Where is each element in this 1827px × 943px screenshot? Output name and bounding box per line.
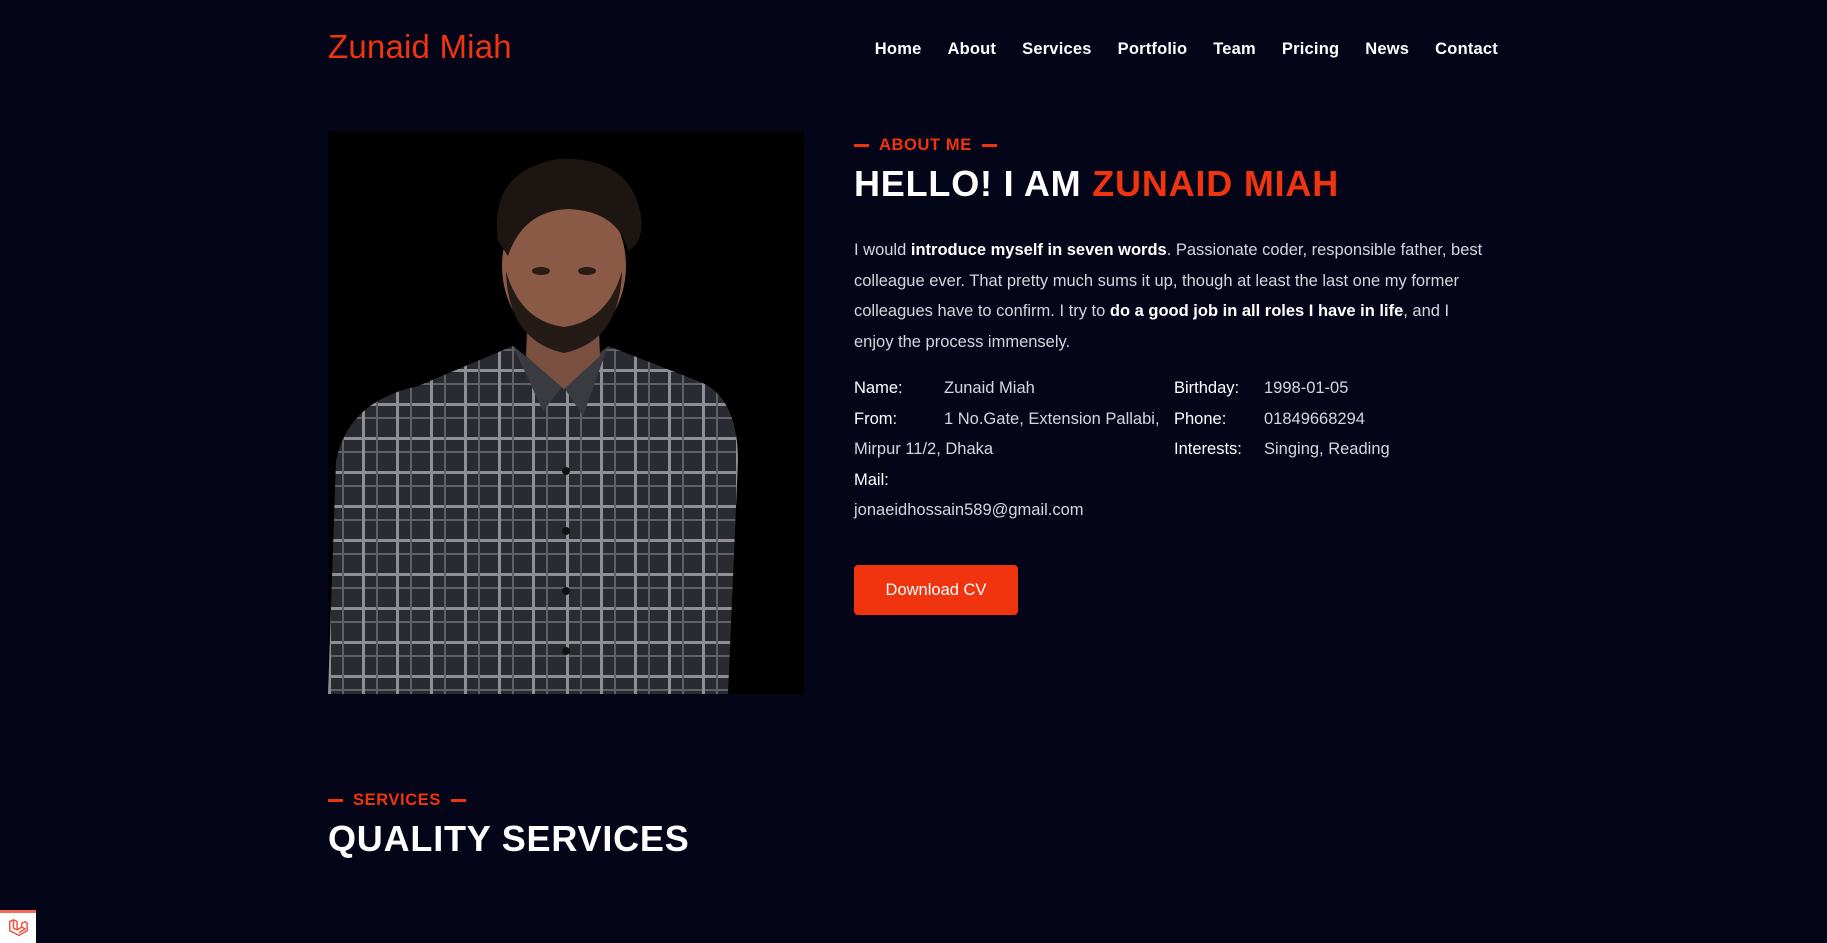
eyebrow-dash-right bbox=[981, 144, 997, 147]
bio-bold-2: do a good job in all roles I have in lif… bbox=[1109, 302, 1404, 320]
download-cv-button[interactable]: Download CV bbox=[854, 565, 1018, 615]
about-bio: I would introduce myself in seven words.… bbox=[854, 235, 1484, 357]
nav-home[interactable]: Home bbox=[875, 40, 922, 59]
about-headline: HELLO! I AM ZUNAID MIAH bbox=[854, 163, 1494, 205]
info-name: Name: Zunaid Miah bbox=[854, 373, 1174, 404]
from-label: From: bbox=[854, 409, 898, 428]
info-from: From: 1 No.Gate, Extension Pallabi, bbox=[854, 404, 1174, 435]
eyebrow-dash-left bbox=[328, 799, 343, 802]
services-eyebrow-label: SERVICES bbox=[353, 791, 441, 809]
profile-photo bbox=[328, 131, 804, 694]
info-mail-value: jonaeidhossain589@gmail.com bbox=[854, 495, 1174, 526]
personal-info: Name: Zunaid Miah From: 1 No.Gate, Extensi… bbox=[854, 373, 1494, 526]
mail-label: Mail: bbox=[854, 470, 889, 489]
from-value: 1 No.Gate, Extension Pallabi, bbox=[944, 409, 1160, 428]
nav-about[interactable]: About bbox=[947, 40, 996, 59]
about-section: ABOUT ME HELLO! I AM ZUNAID MIAH I would… bbox=[854, 136, 1494, 526]
name-value: Zunaid Miah bbox=[944, 379, 1035, 397]
headline-name: ZUNAID MIAH bbox=[1092, 163, 1340, 204]
info-col-left: Name: Zunaid Miah From: 1 No.Gate, Extensi… bbox=[854, 373, 1174, 526]
eyebrow-dash-right bbox=[450, 799, 466, 802]
interests-value: Singing, Reading bbox=[1264, 440, 1390, 458]
name-label: Name: bbox=[854, 379, 903, 397]
phone-value: 01849668294 bbox=[1264, 409, 1365, 428]
nav-contact[interactable]: Contact bbox=[1435, 40, 1498, 59]
interests-label: Interests: bbox=[1174, 440, 1242, 458]
services-headline: QUALITY SERVICES bbox=[328, 818, 690, 859]
nav-news[interactable]: News bbox=[1365, 40, 1409, 59]
laravel-badge[interactable] bbox=[0, 910, 36, 943]
nav-pricing[interactable]: Pricing bbox=[1282, 40, 1339, 59]
nav-services[interactable]: Services bbox=[1022, 40, 1092, 59]
nav-portfolio[interactable]: Portfolio bbox=[1118, 40, 1188, 59]
about-eyebrow: ABOUT ME bbox=[854, 136, 1494, 155]
from-value-2: Mirpur 11/2, Dhaka bbox=[854, 440, 994, 458]
birthday-label: Birthday: bbox=[1174, 379, 1240, 397]
services-section: SERVICES QUALITY SERVICES bbox=[328, 791, 690, 860]
info-birthday: Birthday: 1998-01-05 bbox=[1174, 373, 1494, 404]
laravel-icon bbox=[9, 919, 28, 937]
about-eyebrow-label: ABOUT ME bbox=[879, 136, 972, 154]
info-col-right: Birthday: 1998-01-05 Phone: 01849668294 In… bbox=[1174, 373, 1494, 526]
info-phone: Phone: 01849668294 bbox=[1174, 404, 1494, 435]
bio-text-1: I would bbox=[854, 241, 911, 259]
mail-value[interactable]: jonaeidhossain589@gmail.com bbox=[854, 501, 1084, 519]
eyebrow-dash-left bbox=[854, 144, 869, 147]
bio-bold-1: introduce myself in seven words bbox=[910, 241, 1167, 259]
page: Zunaid Miah Home About Services Portfoli… bbox=[0, 0, 1827, 943]
headline-prefix: HELLO! I AM bbox=[854, 163, 1082, 204]
phone-label: Phone: bbox=[1174, 409, 1227, 428]
services-eyebrow: SERVICES bbox=[328, 791, 690, 810]
info-from-cont: Mirpur 11/2, Dhaka bbox=[854, 434, 1174, 465]
nav-team[interactable]: Team bbox=[1213, 40, 1256, 59]
info-interests: Interests: Singing, Reading bbox=[1174, 434, 1494, 465]
birthday-value: 1998-01-05 bbox=[1264, 379, 1349, 397]
brand-logo[interactable]: Zunaid Miah bbox=[328, 28, 512, 66]
info-mail: Mail: bbox=[854, 465, 1174, 496]
main-nav: Home About Services Portfolio Team Prici… bbox=[849, 40, 1498, 59]
